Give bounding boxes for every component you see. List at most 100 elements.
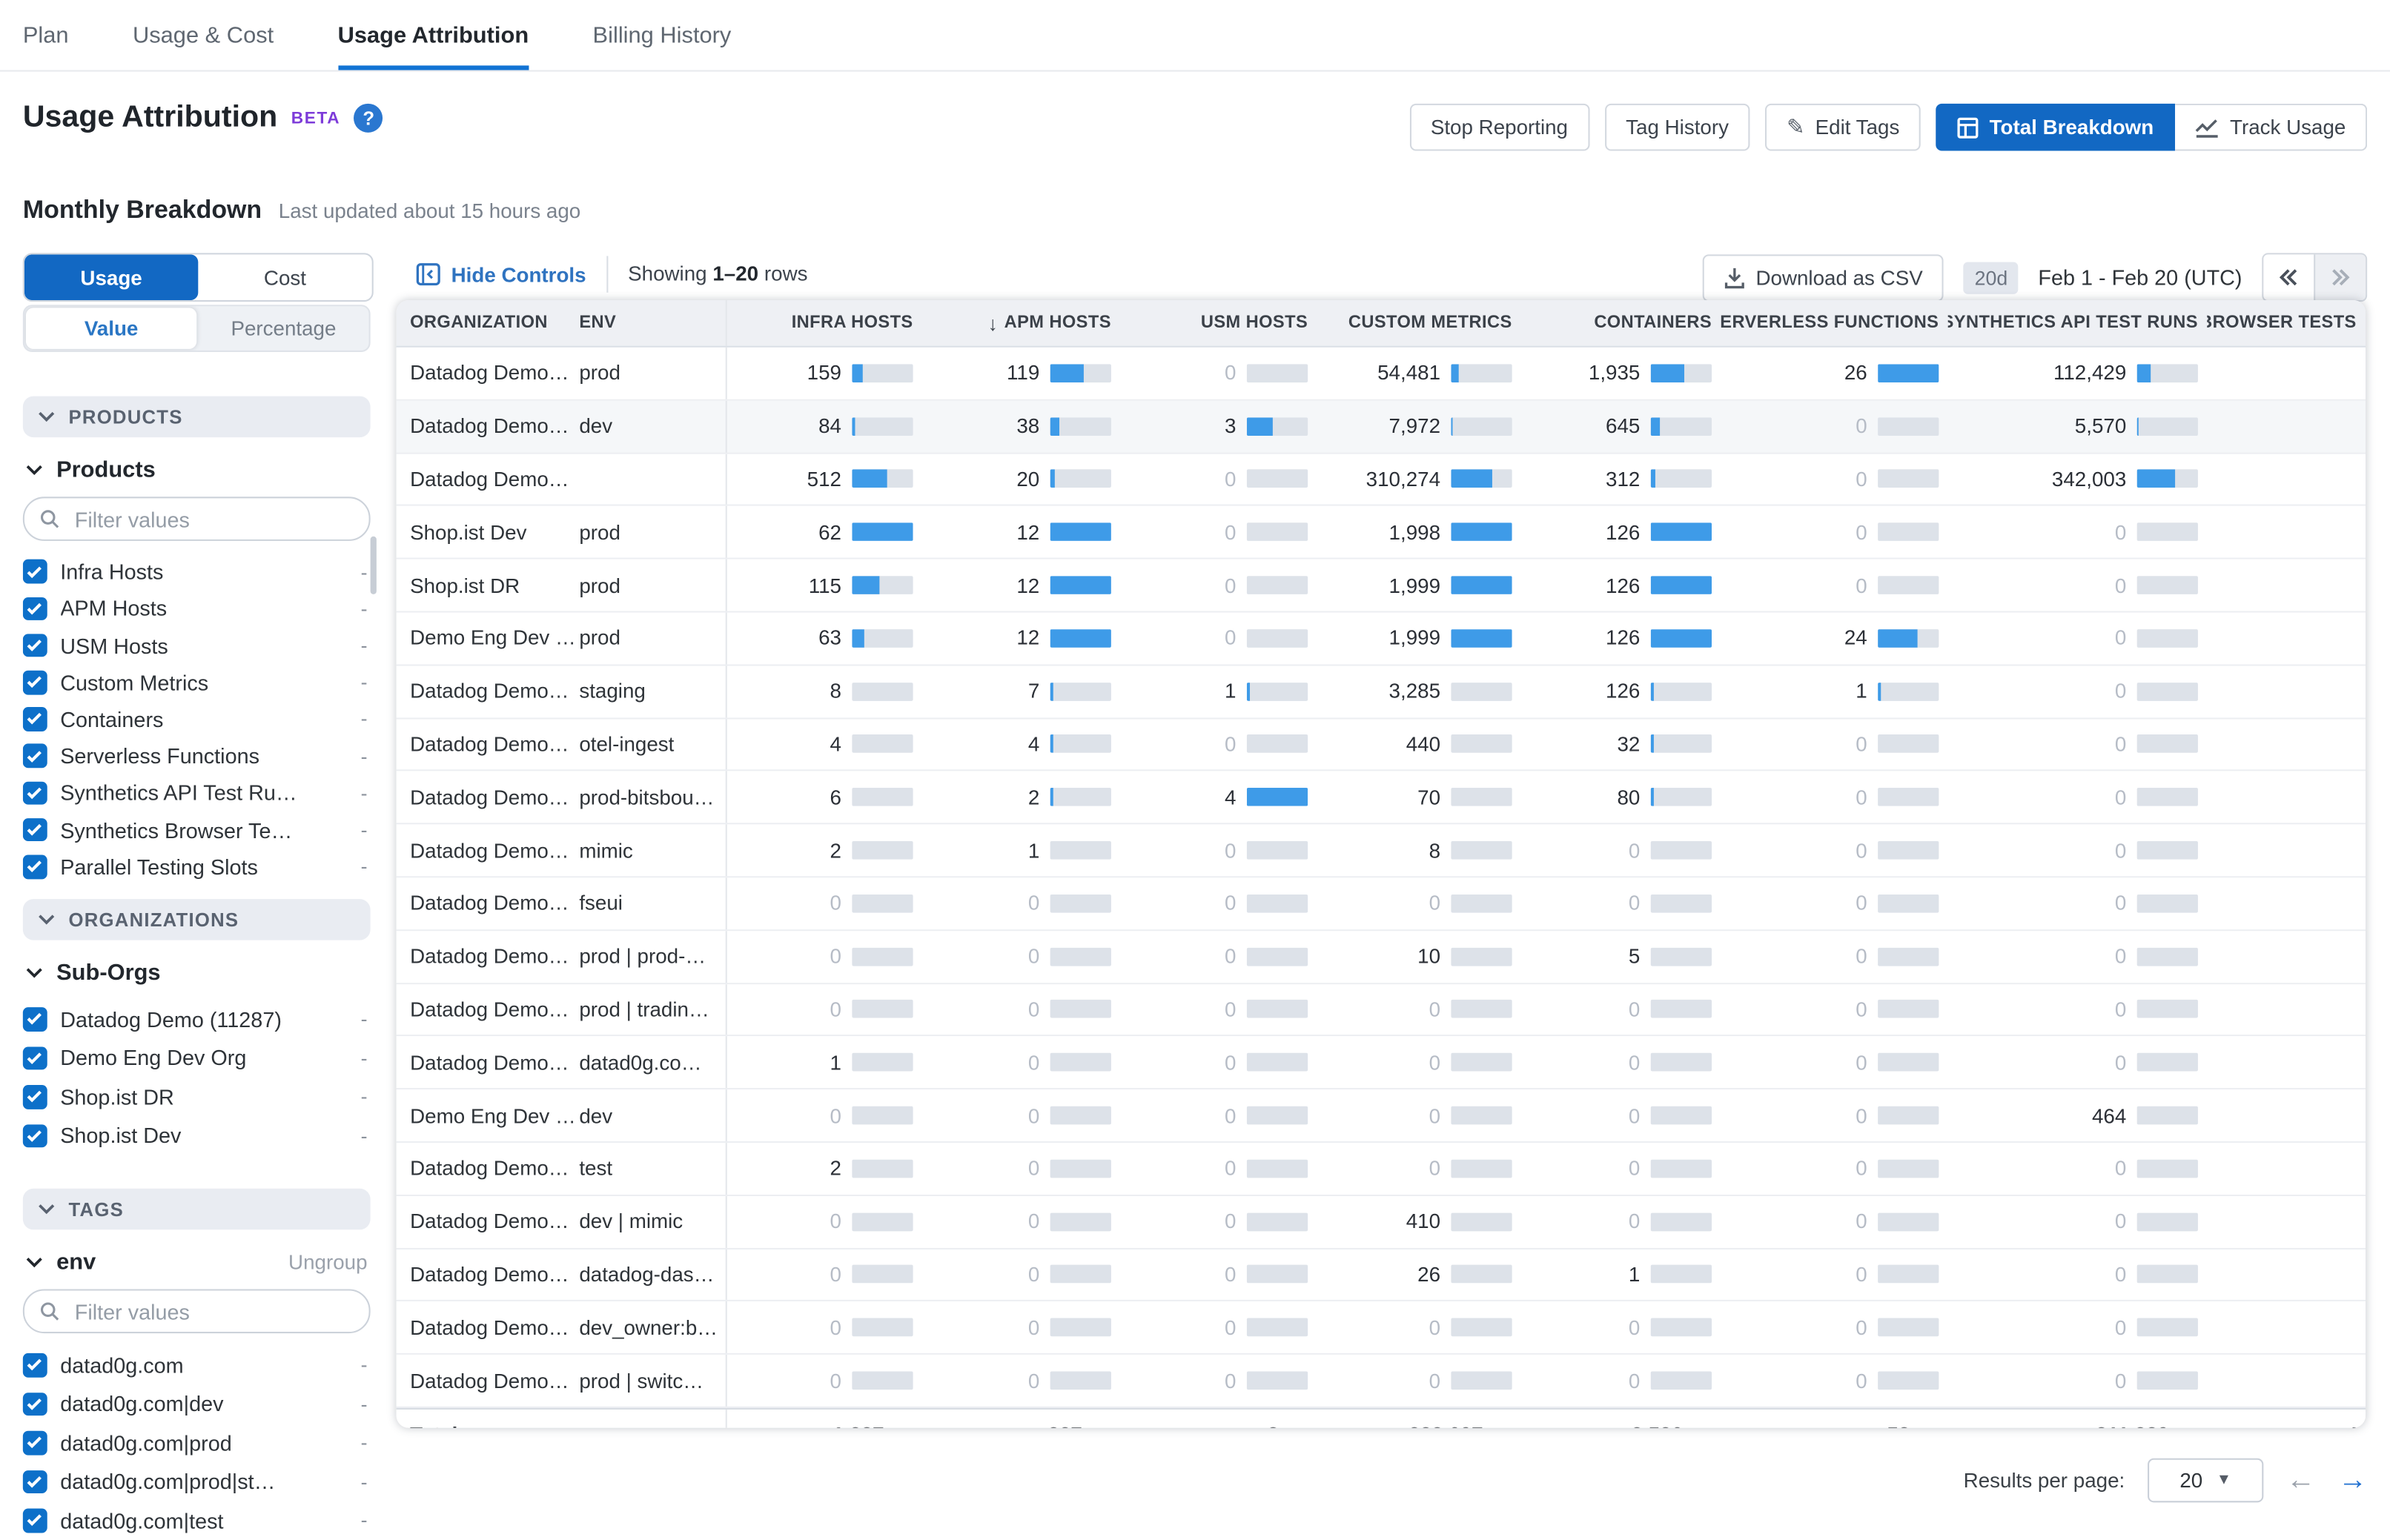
env-tag-item[interactable]: datad0g.com|prod|st…- [23, 1462, 371, 1501]
stop-reporting-button[interactable]: Stop Reporting [1409, 104, 1589, 151]
table-row[interactable]: Datadog Demo…datad0g.co…1000000 [397, 1037, 2366, 1090]
env-tag-item[interactable]: datad0g.com|prod- [23, 1423, 371, 1461]
usage-value: 0 [1856, 574, 1867, 597]
usage-bar [1451, 576, 1512, 594]
column-header-synthetics-api-test-runs[interactable]: SYNTHETICS API TEST RUNS [1948, 314, 2208, 333]
checkbox-checked-icon[interactable] [23, 1046, 47, 1070]
table-row[interactable]: Datadog Demo…fseui0000000 [397, 877, 2366, 931]
table-row[interactable]: Shop.ist Devprod621201,99812600 [397, 506, 2366, 560]
product-item[interactable]: Containers- [23, 701, 371, 738]
previous-page-arrow[interactable]: ← [2286, 1466, 2315, 1495]
edit-tags-button[interactable]: ✎ Edit Tags [1765, 104, 1921, 151]
table-row[interactable]: Demo Eng Dev …prod631201,999126240 [397, 613, 2366, 666]
table-row[interactable]: Datadog Demo…dev843837,97264505,570 [397, 400, 2366, 454]
sidebar-scrollbar[interactable] [371, 537, 377, 594]
sub-org-item[interactable]: Shop.ist DR- [23, 1078, 371, 1116]
table-row[interactable]: Shop.ist DRprod1151201,99912600 [397, 560, 2366, 613]
tab-usage-cost[interactable]: Usage & Cost [133, 0, 274, 70]
usage-value: 0 [1629, 1157, 1640, 1180]
sub-org-item[interactable]: Shop.ist Dev- [23, 1116, 371, 1155]
product-item[interactable]: Serverless Functions- [23, 737, 371, 774]
checkbox-checked-icon[interactable] [23, 744, 47, 768]
products-section-header[interactable]: PRODUCTS [23, 396, 371, 438]
table-row[interactable]: Datadog Demo…otel-ingest4404403200 [397, 719, 2366, 772]
checkbox-checked-icon[interactable] [23, 818, 47, 842]
checkbox-checked-icon[interactable] [23, 1392, 47, 1415]
track-usage-button[interactable]: Track Usage [2175, 104, 2367, 151]
previous-period-button[interactable] [2263, 254, 2314, 300]
cost-toggle-option[interactable]: Cost [198, 254, 371, 300]
table-row[interactable]: Datadog Demo…512200310,2743120342,003 [397, 454, 2366, 507]
env-tag-item[interactable]: datad0g.com- [23, 1346, 371, 1384]
checkbox-checked-icon[interactable] [23, 1431, 47, 1455]
tab-usage-attribution[interactable]: Usage Attribution [338, 0, 529, 70]
tab-plan[interactable]: Plan [23, 0, 69, 70]
total-breakdown-button[interactable]: Total Breakdown [1936, 104, 2175, 151]
product-item[interactable]: Synthetics API Test Ru…- [23, 774, 371, 812]
tag-history-button[interactable]: Tag History [1604, 104, 1750, 151]
usage-toggle-option[interactable]: Usage [24, 254, 198, 300]
sub-orgs-group-header[interactable]: Sub-Orgs [26, 960, 368, 986]
table-row[interactable]: Datadog Demo…prod | switc…0000000 [397, 1355, 2366, 1408]
product-item[interactable]: Custom Metrics- [23, 664, 371, 701]
checkbox-checked-icon[interactable] [23, 1124, 47, 1147]
product-item[interactable]: Synthetics Browser Te…- [23, 812, 371, 849]
hide-controls-link[interactable]: Hide Controls [416, 262, 586, 287]
column-header-infra-hosts[interactable]: INFRA HOSTS [727, 314, 922, 333]
column-header-env[interactable]: ENV [579, 300, 726, 346]
column-header-synthetics-browser-tests[interactable]: SYNTHETICS BROWSER TESTS [2207, 314, 2366, 333]
env-tag-item[interactable]: datad0g.com|dev- [23, 1384, 371, 1423]
download-csv-button[interactable]: Download as CSV [1702, 253, 1944, 301]
env-tag-group-header[interactable]: env Ungroup [26, 1249, 368, 1275]
checkbox-checked-icon[interactable] [23, 1470, 47, 1493]
column-header-organization[interactable]: ORGANIZATION [397, 314, 580, 333]
table-row[interactable]: Datadog Demo…dev | mimic000410000 [397, 1196, 2366, 1249]
next-page-arrow[interactable]: → [2338, 1466, 2367, 1495]
checkbox-checked-icon[interactable] [23, 1353, 47, 1377]
products-group-header[interactable]: Products [26, 457, 368, 483]
product-item[interactable]: Infra Hosts- [23, 553, 371, 590]
table-row[interactable]: Datadog Demo…prod | prod-…00010500 [397, 931, 2366, 984]
products-filter-input[interactable] [72, 505, 354, 533]
checkbox-checked-icon[interactable] [23, 1509, 47, 1533]
product-item[interactable]: APM Hosts- [23, 590, 371, 627]
help-icon[interactable]: ? [354, 104, 383, 133]
percentage-toggle-option[interactable]: Percentage [198, 306, 368, 351]
product-item[interactable]: USM Hosts- [23, 627, 371, 664]
table-row[interactable]: Datadog Demo…dev_owner:b…0000000 [397, 1302, 2366, 1355]
checkbox-checked-icon[interactable] [23, 1085, 47, 1109]
organizations-section-header[interactable]: ORGANIZATIONS [23, 899, 371, 940]
tab-billing-history[interactable]: Billing History [593, 0, 732, 70]
value-toggle-option[interactable]: Value [26, 308, 196, 349]
checkbox-checked-icon[interactable] [23, 855, 47, 879]
table-row[interactable]: Datadog Demo…prod159119054,4811,93526112… [397, 348, 2366, 401]
table-row[interactable]: Datadog Demo…prod-bitsbou…624708000 [397, 771, 2366, 825]
table-row[interactable]: Datadog Demo…staging8713,28512610 [397, 666, 2366, 719]
product-item[interactable]: Parallel Testing Slots- [23, 849, 371, 886]
tags-section-header[interactable]: TAGS [23, 1189, 371, 1230]
tags-filter-input[interactable] [72, 1298, 354, 1325]
table-row[interactable]: Datadog Demo…mimic2108000 [397, 825, 2366, 878]
checkbox-checked-icon[interactable] [23, 671, 47, 694]
sub-org-item[interactable]: Demo Eng Dev Org- [23, 1038, 371, 1077]
checkbox-checked-icon[interactable] [23, 708, 47, 731]
column-header-custom-metrics[interactable]: CUSTOM METRICS [1317, 314, 1521, 333]
column-header-serverless-functions[interactable]: SERVERLESS FUNCTIONS [1721, 314, 1947, 333]
checkbox-checked-icon[interactable] [23, 1007, 47, 1031]
env-tag-item[interactable]: datad0g.com|test- [23, 1501, 371, 1539]
checkbox-checked-icon[interactable] [23, 560, 47, 583]
sub-org-item[interactable]: Datadog Demo (11287)- [23, 1000, 371, 1038]
checkbox-checked-icon[interactable] [23, 634, 47, 657]
ungroup-link[interactable]: Ungroup [288, 1251, 368, 1274]
table-row[interactable]: Datadog Demo…test2000000 [397, 1143, 2366, 1196]
column-header-apm-hosts[interactable]: ↓APM HOSTS [922, 311, 1120, 334]
column-header-containers[interactable]: CONTAINERS [1521, 314, 1721, 333]
results-per-page-select[interactable]: 20 ▼ [2148, 1458, 2263, 1503]
table-row[interactable]: Datadog Demo…prod | tradin…0000000 [397, 983, 2366, 1037]
next-period-button[interactable] [2314, 254, 2366, 300]
checkbox-checked-icon[interactable] [23, 597, 47, 620]
table-row[interactable]: Datadog Demo…datadog-das…00026100 [397, 1249, 2366, 1302]
checkbox-checked-icon[interactable] [23, 781, 47, 805]
column-header-usm-hosts[interactable]: USM HOSTS [1120, 314, 1317, 333]
table-row[interactable]: Demo Eng Dev …dev000000464 [397, 1089, 2366, 1143]
